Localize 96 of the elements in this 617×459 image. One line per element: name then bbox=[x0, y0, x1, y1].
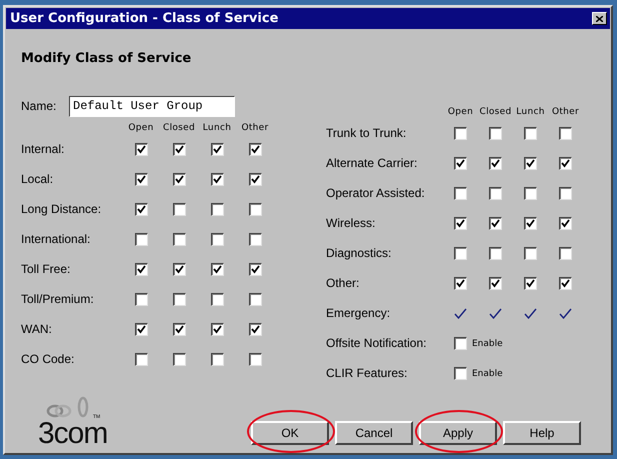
row-label: CO Code: bbox=[21, 352, 74, 366]
name-label: Name: bbox=[21, 98, 58, 115]
enable-label: Enable bbox=[472, 338, 503, 351]
row-label: Alternate Carrier: bbox=[326, 156, 418, 170]
checkbox[interactable] bbox=[524, 186, 537, 200]
name-field[interactable]: Default User Group bbox=[69, 96, 235, 116]
checkbox[interactable] bbox=[559, 156, 572, 170]
checkbox[interactable] bbox=[172, 322, 186, 336]
checkbox[interactable] bbox=[134, 292, 148, 306]
window-title: User Configuration - Class of Service bbox=[10, 10, 278, 28]
column-header: Other bbox=[241, 123, 269, 134]
checkbox[interactable] bbox=[524, 276, 537, 290]
checkbox[interactable] bbox=[172, 172, 186, 186]
checkbox[interactable] bbox=[454, 126, 467, 140]
column-header: Open bbox=[448, 107, 474, 118]
dialog-button[interactable]: Apply bbox=[419, 421, 497, 445]
row-label: Wireless: bbox=[326, 216, 376, 230]
enable-label: Enable bbox=[472, 368, 503, 381]
checkbox[interactable] bbox=[559, 216, 572, 230]
checkbox[interactable] bbox=[489, 216, 502, 230]
checkbox[interactable] bbox=[248, 232, 262, 246]
row-label: Trunk to Trunk: bbox=[326, 126, 406, 140]
checkbox[interactable] bbox=[172, 142, 186, 156]
row-label: Local: bbox=[21, 172, 54, 186]
checkbox[interactable] bbox=[134, 202, 148, 216]
checkbox[interactable] bbox=[172, 352, 186, 366]
checkbox[interactable] bbox=[454, 366, 467, 380]
row-label: Toll/Premium: bbox=[21, 292, 94, 306]
checkbox[interactable] bbox=[210, 352, 224, 366]
row-label: Diagnostics: bbox=[326, 246, 392, 260]
checkbox[interactable] bbox=[489, 156, 502, 170]
row-label: Internal: bbox=[21, 142, 64, 156]
checkbox[interactable] bbox=[454, 216, 467, 230]
checkbox[interactable] bbox=[454, 186, 467, 200]
checkbox[interactable] bbox=[210, 262, 224, 276]
checkbox[interactable] bbox=[134, 322, 148, 336]
close-icon bbox=[596, 16, 603, 22]
checkbox[interactable] bbox=[248, 142, 262, 156]
checkbox[interactable] bbox=[172, 202, 186, 216]
checkbox[interactable] bbox=[524, 126, 537, 140]
dialog-button[interactable]: Cancel bbox=[335, 421, 413, 445]
checkbox[interactable] bbox=[489, 246, 502, 260]
checkbox[interactable] bbox=[248, 292, 262, 306]
row-label: Offsite Notification: bbox=[326, 336, 426, 350]
row-label: CLIR Features: bbox=[326, 366, 408, 380]
checkbox[interactable] bbox=[559, 186, 572, 200]
checkbox[interactable] bbox=[489, 276, 502, 290]
checkbox[interactable] bbox=[134, 142, 148, 156]
column-header: Lunch bbox=[516, 107, 545, 118]
checkbox[interactable] bbox=[248, 322, 262, 336]
column-header: Closed bbox=[162, 123, 196, 134]
checkbox[interactable] bbox=[248, 202, 262, 216]
checkbox[interactable] bbox=[134, 232, 148, 246]
section-heading: Modify Class of Service bbox=[21, 51, 192, 66]
checkbox[interactable] bbox=[454, 246, 467, 260]
checkbox[interactable] bbox=[172, 232, 186, 246]
checkbox[interactable] bbox=[559, 276, 572, 290]
checkbox[interactable] bbox=[210, 202, 224, 216]
row-label: International: bbox=[21, 232, 90, 246]
checkbox[interactable] bbox=[524, 156, 537, 170]
checkbox[interactable] bbox=[134, 172, 148, 186]
column-header: Open bbox=[128, 123, 154, 134]
checkbox[interactable] bbox=[172, 262, 186, 276]
row-label: Operator Assisted: bbox=[326, 186, 425, 200]
checkbox[interactable] bbox=[524, 216, 537, 230]
row-label: Long Distance: bbox=[21, 202, 102, 216]
checkbox[interactable] bbox=[489, 186, 502, 200]
checkbox[interactable] bbox=[559, 246, 572, 260]
checkbox[interactable] bbox=[489, 126, 502, 140]
checkbox[interactable] bbox=[210, 142, 224, 156]
checkbox[interactable] bbox=[454, 336, 467, 350]
checkbox[interactable] bbox=[134, 262, 148, 276]
checkbox[interactable] bbox=[524, 246, 537, 260]
row-label: WAN: bbox=[21, 322, 52, 336]
column-header: Lunch bbox=[202, 123, 232, 134]
checkbox[interactable] bbox=[134, 352, 148, 366]
checkbox[interactable] bbox=[210, 292, 224, 306]
row-label: Toll Free: bbox=[21, 262, 70, 276]
dialog-button[interactable]: Help bbox=[503, 421, 581, 445]
checkbox[interactable] bbox=[210, 232, 224, 246]
row-label: Emergency: bbox=[326, 306, 390, 320]
checkbox[interactable] bbox=[248, 172, 262, 186]
column-header: Other bbox=[552, 107, 580, 118]
dialog-button[interactable]: OK bbox=[251, 421, 329, 445]
checkbox[interactable] bbox=[454, 276, 467, 290]
row-label: Other: bbox=[326, 276, 360, 290]
company-logo-text: 3com bbox=[38, 420, 108, 448]
checkbox[interactable] bbox=[454, 156, 467, 170]
column-header: Closed bbox=[479, 107, 512, 118]
checkbox[interactable] bbox=[172, 292, 186, 306]
checkbox[interactable] bbox=[210, 172, 224, 186]
checkbox[interactable] bbox=[248, 352, 262, 366]
checkbox[interactable] bbox=[210, 322, 224, 336]
checkbox[interactable] bbox=[248, 262, 262, 276]
checkbox[interactable] bbox=[559, 126, 572, 140]
close-button[interactable] bbox=[592, 12, 607, 25]
